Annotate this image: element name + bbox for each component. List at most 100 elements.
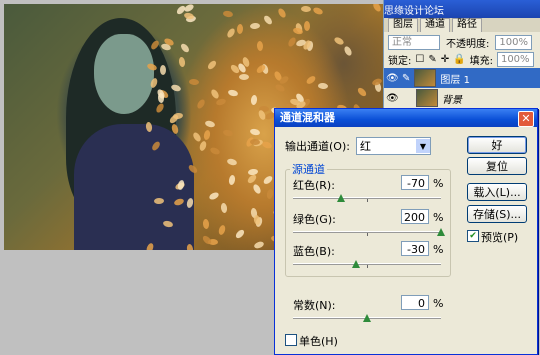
red-input[interactable]: -70 (401, 175, 429, 190)
photo-leaf (256, 40, 264, 51)
photo-leaf (343, 45, 354, 57)
green-slider-thumb[interactable] (437, 228, 445, 236)
layer-name: 图层 1 (440, 74, 470, 86)
channel-mixer-dialog: 通道混和器 ✕ 输出通道(O): 红 ▼ 源通道 红色(R): -70 % 绿色… (274, 108, 538, 355)
green-label: 绿色(G): (293, 213, 336, 226)
photo-leaf (371, 4, 383, 14)
blend-row: 正常 不透明度: 100% (388, 34, 537, 50)
blue-input[interactable]: -30 (401, 241, 429, 256)
photo-leaf (250, 94, 259, 106)
photo-leaf (177, 56, 186, 68)
lock-transparency-icon[interactable]: ☐ (415, 54, 424, 65)
photo-leaf (262, 14, 274, 26)
constant-label: 常数(N): (293, 299, 336, 312)
layer-thumbnail (416, 89, 438, 107)
photo-leaf (195, 97, 206, 110)
photo-leaf (210, 87, 221, 100)
chevron-down-icon: ▼ (415, 139, 430, 153)
eye-icon[interactable]: 👁 (386, 93, 399, 104)
opacity-field[interactable]: 100% (495, 34, 532, 50)
blue-label: 蓝色(B): (293, 245, 335, 258)
output-channel-value: 红 (359, 140, 371, 153)
photo-leaf (225, 26, 236, 39)
photo-leaf (356, 86, 368, 98)
lock-label: 锁定: (388, 55, 412, 67)
photo-leaf (222, 9, 234, 18)
dialog-titlebar: 通道混和器 ✕ (275, 109, 537, 127)
photo-leaf (227, 88, 239, 98)
constant-input[interactable]: 0 (401, 295, 429, 310)
blend-mode-select[interactable]: 正常 (388, 34, 440, 50)
photo-leaf (208, 190, 220, 201)
red-slider-center-tick (367, 199, 368, 202)
photo-leaf (252, 182, 263, 195)
photo-leaf (262, 174, 275, 186)
lock-move-icon[interactable]: ✛ (441, 54, 449, 65)
layers-panel-tabs: 图层 通道 路径 (384, 18, 540, 32)
constant-slider-thumb[interactable] (363, 314, 371, 322)
photo-leaf (249, 22, 260, 29)
photo-leaf (209, 146, 222, 156)
layer-name: 背景 (442, 94, 462, 106)
monochrome-checkbox[interactable] (285, 334, 297, 346)
layer-row-background[interactable]: 👁 背景 (384, 88, 540, 108)
save-button[interactable]: 存储(S)... (467, 205, 527, 223)
photo-leaf (198, 140, 208, 152)
green-input[interactable]: 200 (401, 209, 429, 224)
lock-paint-icon[interactable]: ✎ (428, 54, 436, 65)
fill-label: 填充: (469, 55, 493, 67)
photo-leaf (217, 224, 227, 236)
red-label: 红色(R): (293, 179, 335, 192)
layer-row-layer1[interactable]: 👁 ✎ 图层 1 (384, 68, 540, 88)
photo-leaf (214, 249, 225, 250)
output-channel-select[interactable]: 红 ▼ (355, 137, 431, 155)
photo-leaf (228, 174, 236, 186)
photo-leaf (239, 73, 250, 80)
fill-field[interactable]: 100% (496, 51, 534, 67)
preview-checkbox[interactable]: ✔ (467, 230, 479, 242)
photo-leaf (159, 65, 166, 76)
photo-leaf (204, 119, 216, 128)
photo-leaf (202, 219, 210, 230)
photo-leaf (220, 202, 228, 214)
photo-leaf (274, 83, 287, 94)
eye-icon[interactable]: 👁 (386, 73, 399, 84)
photo-leaf (226, 157, 238, 167)
photo-leaf (206, 59, 218, 71)
reset-button[interactable]: 复位 (467, 157, 527, 175)
load-button[interactable]: 载入(L)... (467, 183, 527, 201)
photo-leaf (215, 97, 228, 107)
photo-face (94, 34, 154, 114)
lock-all-icon[interactable]: 🔒 (453, 54, 465, 65)
blue-slider-thumb[interactable] (351, 260, 360, 268)
brush-icon: ✎ (402, 72, 411, 84)
tab-channels[interactable]: 通道 (420, 18, 450, 32)
dialog-title: 通道混和器 (280, 111, 335, 124)
red-slider-thumb[interactable] (337, 194, 346, 202)
photo-leaf (188, 78, 199, 86)
ok-button[interactable]: 好 (467, 136, 527, 154)
photo-leaf (253, 214, 261, 225)
blue-slider-center-tick (367, 265, 368, 268)
close-icon[interactable]: ✕ (518, 111, 534, 127)
photo-leaf (292, 27, 304, 36)
lock-row: 锁定: ☐ ✎ ✛ 🔒 填充: 100% (388, 51, 537, 67)
photo-leaf (303, 20, 310, 31)
percent-sign: % (433, 243, 444, 256)
percent-sign: % (433, 297, 444, 310)
layers-panel: 思缘设计论坛 www.MISSYUAN.COM 图层 通道 路径 正常 不透明度… (383, 0, 540, 110)
photo-leaf (249, 127, 261, 136)
opacity-label: 不透明度: (446, 38, 490, 50)
output-channel-label: 输出通道(O): (285, 140, 350, 153)
layer-thumbnail (414, 69, 437, 87)
green-slider-center-tick (367, 233, 368, 236)
photo-leaf (332, 35, 345, 46)
photo-leaf (179, 42, 191, 54)
monochrome-label: 单色(H) (299, 335, 338, 348)
photo-leaf (317, 82, 329, 90)
percent-sign: % (433, 177, 444, 190)
tab-paths[interactable]: 路径 (452, 18, 482, 32)
tab-layers[interactable]: 图层 (388, 18, 418, 32)
photo-leaf (304, 74, 317, 86)
photo-leaf (203, 129, 212, 141)
